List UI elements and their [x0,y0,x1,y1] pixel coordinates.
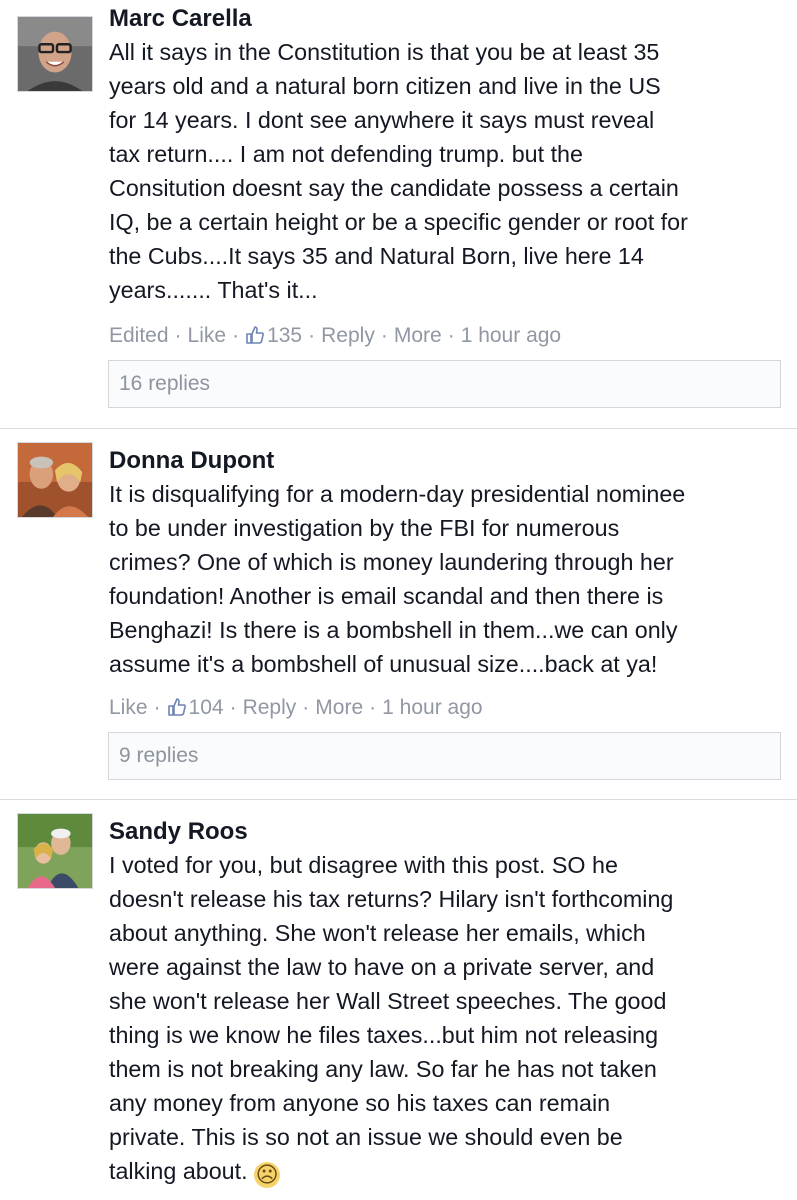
more-link[interactable]: More [394,324,442,347]
separator: · [308,324,316,347]
thumbs-up-icon [167,698,186,716]
edited-label[interactable]: Edited [109,324,169,347]
thumbs-up-icon [246,326,265,344]
avatar-photo-icon [18,814,92,888]
comment-text: All it says in the Constitution is that … [109,39,688,303]
separator: · [174,324,182,347]
avatar-photo-icon [18,443,92,517]
like-link[interactable]: Like [109,696,148,719]
comment-divider [0,799,797,800]
separator: · [380,324,388,347]
like-count[interactable]: 104 [167,696,224,719]
timestamp[interactable]: 1 hour ago [461,324,561,347]
commenter-name[interactable]: Sandy Roos [109,818,248,846]
comment-text: It is disqualifying for a modern-day pre… [109,481,686,677]
separator: · [302,696,310,719]
comment-divider [0,428,797,429]
more-link[interactable]: More [315,696,363,719]
comment-text: I voted for you, but disagree with this … [109,848,789,1188]
like-link[interactable]: Like [188,324,227,347]
view-replies-button[interactable]: 9 replies [108,732,781,780]
commenter-name[interactable]: Donna Dupont [109,447,274,475]
view-replies-button[interactable]: 16 replies [108,360,781,408]
avatar-donna-dupont[interactable] [17,442,93,518]
reply-link[interactable]: Reply [243,696,297,719]
avatar-photo-icon [18,17,92,91]
separator: · [447,324,455,347]
comment-text-content: I voted for you, but disagree with this … [109,852,674,1184]
commenter-name[interactable]: Marc Carella [109,5,252,33]
separator: · [369,696,377,719]
separator: · [232,324,240,347]
separator: · [229,696,237,719]
avatar-sandy-roos[interactable] [17,813,93,889]
frown-emoji-icon: ☹ [254,1162,281,1188]
timestamp[interactable]: 1 hour ago [382,696,482,719]
reply-link[interactable]: Reply [321,324,375,347]
separator: · [153,696,161,719]
like-count-value: 104 [188,696,224,719]
comment-actions: Like · 104 · Reply · More · 1 hour ago [109,695,483,721]
like-count-value: 135 [267,324,303,347]
comment-actions: Edited · Like · 135 · Reply · More · 1 hour ago [109,323,561,349]
avatar-marc-carella[interactable] [17,16,93,92]
like-count[interactable]: 135 [245,324,302,347]
